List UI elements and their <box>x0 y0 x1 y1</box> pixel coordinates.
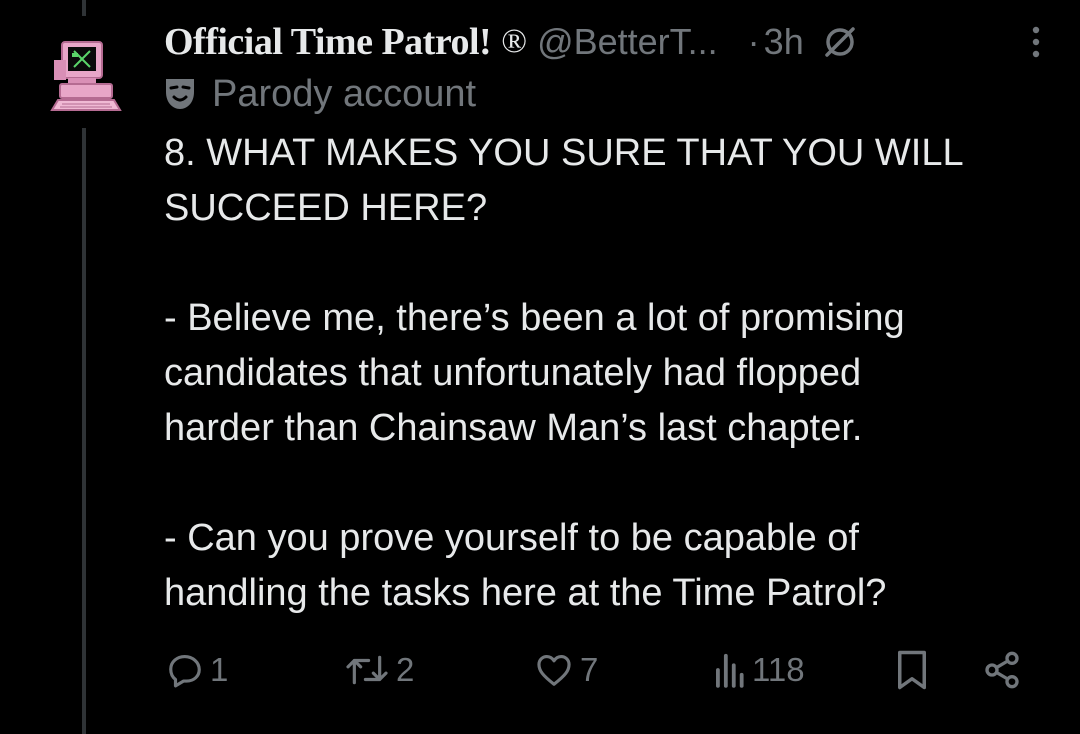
thread-line-top <box>82 0 86 16</box>
bookmark-icon <box>898 650 926 690</box>
display-name[interactable]: Official Time Patrol! <box>164 20 492 64</box>
parody-label: Parody account <box>164 70 476 118</box>
timestamp[interactable]: 3h <box>764 21 804 63</box>
action-bar: 1 2 7 118 <box>164 638 1050 702</box>
repost-count: 2 <box>396 651 415 688</box>
tweet-header: Official Time Patrol! ® @BetterT... · 3h <box>164 14 1060 70</box>
heart-icon <box>537 654 571 686</box>
repost-button[interactable]: 2 <box>344 651 414 689</box>
views-button[interactable]: 118 <box>712 651 805 689</box>
reply-icon <box>169 654 201 688</box>
tweet-body: 8. WHAT MAKES YOU SURE THAT YOU WILL SUC… <box>164 132 964 614</box>
thread-line <box>82 128 86 734</box>
bookmark-button[interactable] <box>894 649 930 691</box>
parody-label-text: Parody account <box>212 72 477 115</box>
like-button[interactable]: 7 <box>534 651 598 689</box>
like-count: 7 <box>580 651 599 688</box>
share-icon <box>985 651 1019 689</box>
parody-mask-icon <box>164 76 196 112</box>
more-options-icon[interactable] <box>1030 22 1042 62</box>
reply-button[interactable]: 1 <box>166 651 228 689</box>
user-handle[interactable]: @BetterT... <box>537 21 718 63</box>
grok-icon[interactable] <box>822 24 858 60</box>
share-button[interactable] <box>982 650 1022 690</box>
avatar[interactable] <box>50 38 122 114</box>
views-chart-icon <box>716 653 744 688</box>
repost-icon <box>346 655 388 685</box>
view-count: 118 <box>752 651 805 688</box>
separator-dot: · <box>747 21 760 62</box>
retro-computer-icon <box>50 41 122 111</box>
registered-mark: ® <box>501 23 528 60</box>
reply-count: 1 <box>210 651 229 688</box>
